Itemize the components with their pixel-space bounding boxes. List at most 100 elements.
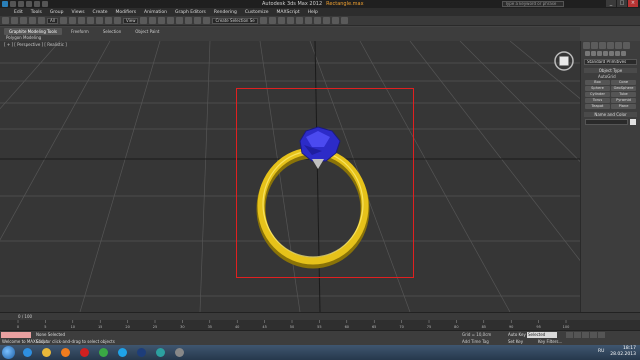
system-clock[interactable]: 18:17 28.02.2013 (610, 346, 636, 358)
taskbar-app-9-icon[interactable] (172, 346, 187, 359)
menu-animation[interactable]: Animation (140, 8, 171, 16)
spinner-snap-icon[interactable] (194, 17, 202, 24)
taskbar-photoshop-icon[interactable] (134, 346, 149, 359)
key-mode-dropdown[interactable]: Selected (527, 332, 557, 338)
hierarchy-tab-icon[interactable] (599, 42, 606, 49)
pyramid-button[interactable]: Pyramid (611, 98, 636, 103)
go-to-end-icon[interactable] (598, 332, 605, 338)
motion-tab-icon[interactable] (607, 42, 614, 49)
render-setup-icon[interactable] (322, 17, 330, 24)
minimize-button[interactable]: _ (606, 0, 616, 7)
geosphere-button[interactable]: GeoSphere (611, 86, 636, 91)
previous-frame-icon[interactable] (574, 332, 581, 338)
geometry-icon[interactable] (585, 51, 590, 56)
auto-key-button[interactable]: Auto Key (508, 332, 526, 337)
named-selection-dropdown[interactable]: Create Selection Se (212, 17, 258, 24)
window-crossing-icon[interactable] (86, 17, 94, 24)
helpers-icon[interactable] (609, 51, 614, 56)
snaps-toggle-icon[interactable] (167, 17, 175, 24)
redo-icon[interactable] (42, 1, 48, 7)
open-file-icon[interactable] (18, 1, 24, 7)
play-icon[interactable] (582, 332, 589, 338)
teapot-button[interactable]: Teapot (585, 104, 610, 109)
save-file-icon[interactable] (26, 1, 32, 7)
object-name-field[interactable] (585, 119, 628, 125)
align-icon[interactable] (268, 17, 276, 24)
space-warps-icon[interactable] (615, 51, 620, 56)
cameras-icon[interactable] (603, 51, 608, 56)
schematic-view-icon[interactable] (304, 17, 312, 24)
move-icon[interactable] (95, 17, 103, 24)
menu-group[interactable]: Group (46, 8, 68, 16)
menu-create[interactable]: Create (89, 8, 112, 16)
percent-snap-icon[interactable] (185, 17, 193, 24)
taskbar-chrome-icon[interactable] (96, 346, 111, 359)
sphere-button[interactable]: Sphere (585, 86, 610, 91)
graphite-toggle-icon[interactable] (286, 17, 294, 24)
taskbar-media-player-icon[interactable] (58, 346, 73, 359)
language-indicator[interactable]: RU (598, 349, 604, 354)
rendered-frame-icon[interactable] (331, 17, 339, 24)
time-slider[interactable]: 0 / 100 (0, 312, 640, 320)
edit-named-sel-icon[interactable] (203, 17, 211, 24)
create-tab-icon[interactable] (583, 42, 590, 49)
scale-icon[interactable] (113, 17, 121, 24)
tab-selection[interactable]: Selection (98, 28, 126, 35)
keyboard-shortcut-icon[interactable] (158, 17, 166, 24)
cylinder-button[interactable]: Cylinder (585, 92, 610, 97)
autogrid-checkbox[interactable]: AutoGrid (584, 74, 637, 79)
plane-button[interactable]: Plane (611, 104, 636, 109)
search-input[interactable]: Type a keyword or phrase (502, 1, 564, 7)
tab-object-paint[interactable]: Object Paint (130, 28, 164, 35)
taskbar-skype-icon[interactable] (115, 346, 130, 359)
menu-edit[interactable]: Edit (10, 8, 27, 16)
cone-button[interactable]: Cone (611, 80, 636, 85)
curve-editor-icon[interactable] (295, 17, 303, 24)
viewport-label[interactable]: [ + ] [ Perspective ] [ Realistic ] (4, 42, 67, 47)
manipulate-icon[interactable] (149, 17, 157, 24)
maxscript-listener[interactable] (1, 332, 31, 338)
menu-graph-editors[interactable]: Graph Editors (171, 8, 210, 16)
reference-coord-dropdown[interactable]: View (122, 17, 139, 24)
modify-tab-icon[interactable] (591, 42, 598, 49)
bind-space-warp-icon[interactable] (38, 17, 45, 24)
taskbar-ie-icon[interactable] (20, 346, 35, 359)
layer-manager-icon[interactable] (277, 17, 285, 24)
perspective-viewport[interactable]: [ + ] [ Perspective ] [ Realistic ] (0, 41, 580, 312)
menu-maxscript[interactable]: MAXScript (273, 8, 304, 16)
maximize-button[interactable]: □ (617, 0, 627, 7)
menu-customize[interactable]: Customize (241, 8, 273, 16)
set-key-button[interactable]: Set Key (508, 339, 523, 344)
menu-modifiers[interactable]: Modifiers (112, 8, 141, 16)
next-frame-icon[interactable] (590, 332, 597, 338)
lights-icon[interactable] (597, 51, 602, 56)
angle-snap-icon[interactable] (176, 17, 184, 24)
tab-graphite-modeling-tools[interactable]: Graphite Modeling Tools (4, 27, 63, 35)
object-color-swatch[interactable] (630, 119, 636, 125)
undo-button-icon[interactable] (2, 17, 9, 24)
app-logo-icon[interactable] (2, 1, 8, 7)
viewcube-icon[interactable] (554, 51, 574, 71)
menu-help[interactable]: Help (304, 8, 322, 16)
track-bar[interactable]: 0 5 10 15 20 25 30 35 40 45 50 55 60 65 70 75 80 85 90 95 10… (0, 320, 640, 330)
primitive-category-dropdown[interactable]: Standard Primitives (584, 59, 637, 65)
rotate-icon[interactable] (104, 17, 112, 24)
select-object-icon[interactable] (59, 17, 67, 24)
selection-filter-dropdown[interactable]: All (47, 17, 58, 24)
pivot-center-icon[interactable] (140, 17, 148, 24)
rectangular-selection-icon[interactable] (77, 17, 85, 24)
start-button-icon[interactable] (2, 346, 15, 359)
taskbar-explorer-icon[interactable] (39, 346, 54, 359)
link-icon[interactable] (20, 17, 27, 24)
taskbar-3dsmax-icon[interactable] (153, 346, 168, 359)
systems-icon[interactable] (621, 51, 626, 56)
new-file-icon[interactable] (10, 1, 16, 7)
menu-tools[interactable]: Tools (27, 8, 46, 16)
go-to-start-icon[interactable] (566, 332, 573, 338)
tube-button[interactable]: Tube (611, 92, 636, 97)
menu-views[interactable]: Views (68, 8, 89, 16)
redo-button-icon[interactable] (11, 17, 18, 24)
object-type-rollout[interactable]: Object Type (584, 68, 637, 73)
mirror-icon[interactable] (259, 17, 267, 24)
select-by-name-icon[interactable] (68, 17, 76, 24)
